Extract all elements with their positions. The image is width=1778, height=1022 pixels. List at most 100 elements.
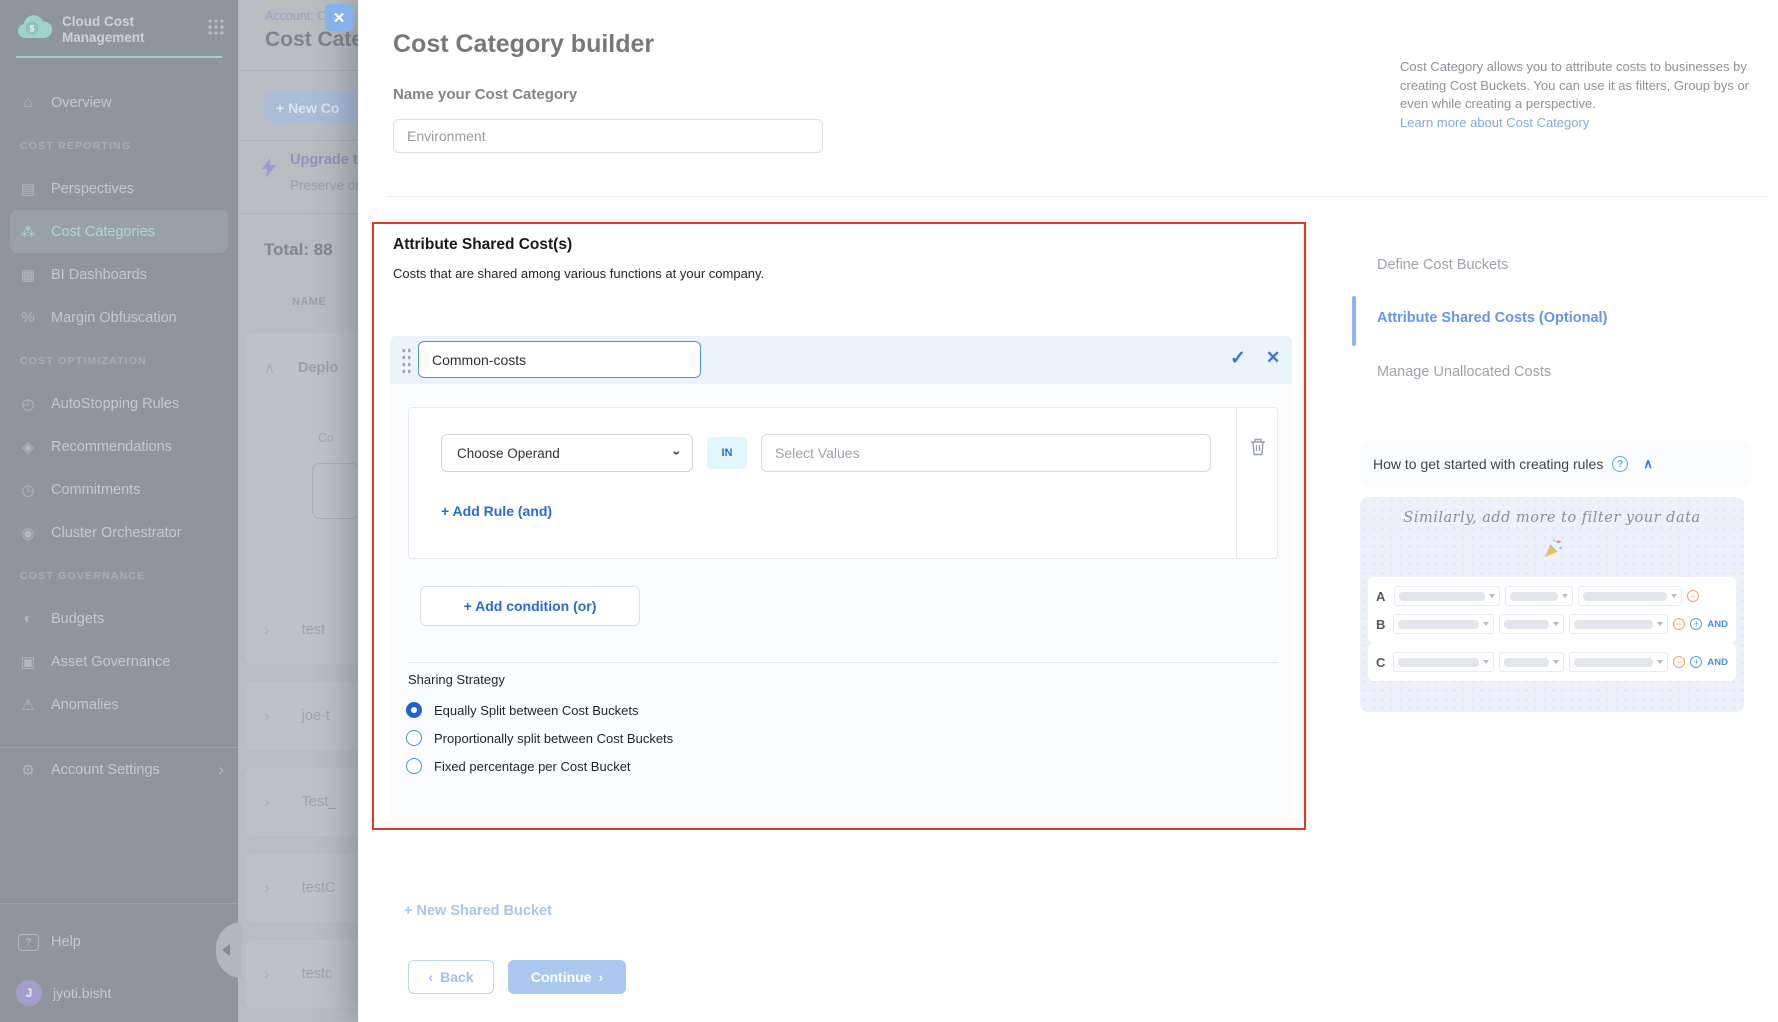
step-define-cost-buckets[interactable]: Define Cost Buckets [1377, 257, 1508, 273]
strategy-option[interactable]: Fixed percentage per Cost Bucket [406, 752, 673, 780]
sidebar-item[interactable]: ◈ Recommendations [0, 425, 238, 468]
add-rule-link[interactable]: + Add Rule (and) [441, 503, 552, 519]
table-row-label: testc [302, 966, 333, 982]
name-cost-category-label: Name your Cost Category [393, 86, 577, 103]
chevron-right-icon[interactable]: › [264, 964, 270, 984]
sidebar-item[interactable]: % Margin Obfuscation [0, 296, 238, 339]
sidebar-item[interactable]: ◴ AutoStopping Rules [0, 382, 238, 425]
shared-bucket-header: ✓ ✕ [390, 336, 1292, 384]
nav-item-label: BI Dashboards [51, 267, 147, 283]
nav-item-label: Recommendations [51, 439, 172, 455]
user-name: jyoti.bisht [53, 985, 111, 1001]
chevron-right-icon[interactable]: › [264, 706, 270, 726]
add-condition-button[interactable]: + Add condition (or) [420, 586, 640, 626]
add-rule-icon: + [1690, 618, 1702, 630]
placeholder-select [1569, 652, 1668, 672]
account-breadcrumb: Account: C [265, 9, 326, 23]
drag-handle-icon[interactable] [401, 347, 412, 374]
step-manage-unallocated-costs[interactable]: Manage Unallocated Costs [1377, 364, 1551, 380]
trash-icon[interactable] [1250, 438, 1266, 461]
drawer-title: Cost Category builder [393, 30, 654, 59]
placeholder-select [1393, 652, 1494, 672]
operand-select[interactable]: Choose Operand › [441, 434, 693, 472]
caret-down-icon [1553, 622, 1559, 626]
chevron-up-icon[interactable]: ∧ [1643, 456, 1653, 472]
chevron-left-icon: ‹ [428, 969, 433, 985]
sidebar-item[interactable]: COST OPTIMIZATION [0, 339, 238, 382]
nav-item-icon: ▣ [18, 653, 38, 671]
cost-category-info: Cost Category allows you to attribute co… [1400, 58, 1762, 132]
learn-more-link[interactable]: Learn more about Cost Category [1400, 115, 1589, 130]
sidebar-item[interactable]: ⌂ Overview [0, 81, 238, 124]
sidebar-item[interactable]: ⚠ Anomalies [0, 683, 238, 726]
continue-button[interactable]: Continue › [508, 960, 626, 994]
strategy-option[interactable]: Proportionally split between Cost Bucket… [406, 724, 673, 752]
remove-bucket-icon[interactable]: ✕ [1266, 348, 1280, 368]
svg-text:$: $ [29, 24, 34, 34]
chevron-up-icon[interactable]: ∧ [264, 359, 275, 377]
sidebar-item[interactable]: ◷ Commitments [0, 468, 238, 511]
caret-down-icon [1562, 594, 1568, 598]
sharing-strategy-label: Sharing Strategy [408, 672, 505, 687]
divider [386, 196, 1768, 197]
module-grid-icon[interactable] [207, 18, 224, 35]
sidebar-item[interactable]: ▦ BI Dashboards [0, 253, 238, 296]
sidebar-item[interactable]: ◉ Cluster Orchestrator [0, 511, 238, 554]
nav-item-icon: ◷ [18, 481, 38, 499]
and-label: AND [1707, 619, 1728, 630]
nav-item-label: Anomalies [51, 697, 119, 713]
cloud-cost-logo-icon: $ [16, 14, 52, 45]
table-row-label: Test_ [302, 794, 337, 810]
nav-item-icon: ⁂ [18, 223, 38, 241]
radio-button[interactable] [406, 702, 422, 718]
nav-item-label: Cost Categories [51, 224, 155, 240]
sidebar-item[interactable]: ▣ Asset Governance [0, 640, 238, 683]
nav-item-icon: ⌂ [18, 94, 38, 111]
chevron-right-icon[interactable]: › [264, 878, 270, 898]
select-values-input[interactable] [761, 434, 1211, 472]
divider [0, 903, 238, 904]
caret-down-icon [1553, 660, 1559, 664]
sidebar-item[interactable]: ⚙ Account Settings › [0, 747, 238, 791]
bucket-name-input[interactable] [418, 341, 701, 378]
placeholder-select [1569, 614, 1668, 634]
sidebar-item[interactable]: COST REPORTING [0, 124, 238, 167]
divider [1236, 408, 1237, 558]
strategy-option[interactable]: Equally Split between Cost Buckets [406, 696, 673, 724]
step-attribute-shared-costs[interactable]: Attribute Shared Costs (Optional) [1377, 310, 1607, 326]
nav-item-label: COST REPORTING [20, 140, 131, 152]
app-title: Cloud Cost Management [62, 14, 197, 46]
sidebar-item[interactable]: ▤ Perspectives [0, 167, 238, 210]
confirm-check-icon[interactable]: ✓ [1230, 347, 1246, 370]
upgrade-banner-title[interactable]: Upgrade to [290, 152, 367, 168]
new-shared-bucket-link[interactable]: + New Shared Bucket [404, 903, 552, 919]
and-label: AND [1707, 657, 1728, 668]
total-count: Total: 88 [264, 240, 333, 260]
question-mark-icon[interactable]: ? [1612, 456, 1628, 472]
chevron-right-icon[interactable]: › [264, 620, 270, 640]
sidebar-user[interactable]: J jyoti.bisht [16, 980, 111, 1006]
nav-item-label: Cluster Orchestrator [51, 525, 182, 541]
cost-category-name-input[interactable] [393, 119, 823, 153]
avatar: J [16, 980, 42, 1006]
rules-illustration-panel: Similarly, add more to filter your data … [1360, 497, 1744, 712]
sidebar-item[interactable]: ◐ Budgets [0, 597, 238, 640]
how-to-panel-header[interactable]: How to get started with creating rules ?… [1360, 441, 1752, 487]
expanded-row-label: Deplo [298, 360, 338, 376]
back-button[interactable]: ‹ Back [408, 960, 494, 994]
close-drawer-button[interactable]: ✕ [325, 4, 353, 31]
back-button-label: Back [440, 969, 473, 985]
rule-row-letter: B [1376, 617, 1388, 632]
sidebar-item[interactable]: ⁂ Cost Categories [10, 210, 228, 253]
placeholder-select [1499, 652, 1564, 672]
radio-button[interactable] [406, 758, 422, 774]
chevron-right-icon[interactable]: › [264, 792, 270, 812]
expanded-row-inner-label: Co [318, 431, 334, 445]
remove-rule-icon: − [1687, 590, 1699, 602]
radio-button[interactable] [406, 730, 422, 746]
sidebar-item[interactable]: COST GOVERNANCE [0, 554, 238, 597]
nav-item-label: Perspectives [51, 181, 134, 197]
shared-costs-heading: Attribute Shared Cost(s) [393, 236, 572, 254]
nav-item-label: Budgets [51, 611, 104, 627]
sidebar-item-help[interactable]: ? Help [18, 925, 81, 959]
